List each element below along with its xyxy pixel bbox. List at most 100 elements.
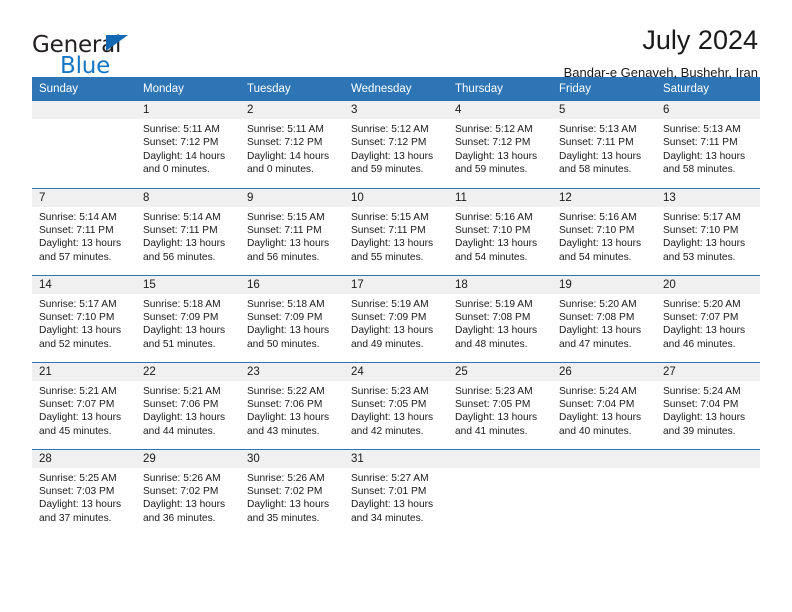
day-number: 12 <box>552 188 656 207</box>
sunrise-text: Sunrise: 5:11 AM <box>247 124 324 135</box>
sunset-text: Sunset: 7:11 PM <box>351 224 426 236</box>
calendar-day-cell[interactable]: 9 Sunrise: 5:15 AM Sunset: 7:11 PM Daylight… <box>240 187 344 275</box>
calendar-day-cell[interactable]: 13 Sunrise: 5:17 AM Sunset: 7:10 PM Dayligh… <box>656 187 760 275</box>
calendar-day-cell[interactable]: 27 Sunrise: 5:24 AM Sunset: 7:04 PM Dayligh… <box>656 361 760 449</box>
day-number: 26 <box>552 362 656 381</box>
sunrise-text: Sunrise: 5:13 AM <box>663 124 741 135</box>
daylight-text: Daylight: 13 hours and 58 minutes. <box>663 150 746 176</box>
day-sun-info: Sunrise: 5:11 AM Sunset: 7:12 PM Daylight:… <box>240 119 344 177</box>
day-number: 22 <box>136 362 240 381</box>
day-number: 30 <box>240 449 344 468</box>
day-number: 24 <box>344 362 448 381</box>
calendar-day-cell[interactable]: 29 Sunrise: 5:26 AM Sunset: 7:02 PM Dayligh… <box>136 448 240 536</box>
calendar-day-cell[interactable]: 2 Sunrise: 5:11 AM Sunset: 7:12 PM Daylight… <box>240 101 344 188</box>
sunset-text: Sunset: 7:02 PM <box>247 485 323 497</box>
calendar-body: 1 Sunrise: 5:11 AM Sunset: 7:12 PM Daylight… <box>32 101 760 536</box>
calendar-day-cell[interactable]: 30 Sunrise: 5:26 AM Sunset: 7:02 PM Dayligh… <box>240 448 344 536</box>
calendar-day-cell[interactable]: 26 Sunrise: 5:24 AM Sunset: 7:04 PM Dayligh… <box>552 361 656 449</box>
day-number: 8 <box>136 188 240 207</box>
day-number: 13 <box>656 188 760 207</box>
location-subtitle: Bandar-e Genaveh, Bushehr, Iran <box>563 65 758 81</box>
calendar-day-cell[interactable]: 21 Sunrise: 5:21 AM Sunset: 7:07 PM Dayligh… <box>32 361 136 449</box>
daylight-text: Daylight: 13 hours and 39 minutes. <box>663 412 746 437</box>
sunrise-text: Sunrise: 5:22 AM <box>247 385 325 397</box>
day-sun-info: Sunrise: 5:14 AM Sunset: 7:11 PM Daylight:… <box>32 207 136 265</box>
calendar-day-cell[interactable]: 20 Sunrise: 5:20 AM Sunset: 7:07 PM Dayligh… <box>656 274 760 362</box>
day-sun-info: Sunrise: 5:25 AM Sunset: 7:03 PM Daylight:… <box>32 468 136 526</box>
sunrise-text: Sunrise: 5:14 AM <box>39 211 117 223</box>
day-number: 31 <box>344 449 448 468</box>
sunset-text: Sunset: 7:12 PM <box>455 137 531 149</box>
day-number <box>32 101 136 119</box>
sunset-text: Sunset: 7:10 PM <box>559 224 635 236</box>
calendar-day-cell[interactable]: 4 Sunrise: 5:12 AM Sunset: 7:12 PM Daylight… <box>448 101 552 188</box>
day-number: 2 <box>240 101 344 119</box>
day-number: 5 <box>552 101 656 119</box>
calendar-day-cell[interactable]: 6 Sunrise: 5:13 AM Sunset: 7:11 PM Daylight… <box>656 101 760 188</box>
calendar-day-cell[interactable]: 28 Sunrise: 5:25 AM Sunset: 7:03 PM Dayligh… <box>32 448 136 536</box>
calendar-day-cell[interactable]: 7 Sunrise: 5:14 AM Sunset: 7:11 PM Daylight… <box>32 187 136 275</box>
calendar-day-cell[interactable]: 10 Sunrise: 5:15 AM Sunset: 7:11 PM Dayligh… <box>344 187 448 275</box>
sunset-text: Sunset: 7:11 PM <box>39 224 114 236</box>
calendar-day-cell[interactable]: 18 Sunrise: 5:19 AM Sunset: 7:08 PM Dayligh… <box>448 274 552 362</box>
calendar-day-cell[interactable]: 5 Sunrise: 5:13 AM Sunset: 7:11 PM Daylight… <box>552 101 656 188</box>
sunrise-text: Sunrise: 5:17 AM <box>39 298 117 310</box>
day-sun-info: Sunrise: 5:21 AM Sunset: 7:06 PM Daylight:… <box>136 381 240 439</box>
daylight-text: Daylight: 13 hours and 46 minutes. <box>663 325 746 350</box>
sunset-text: Sunset: 7:07 PM <box>663 311 739 323</box>
daylight-text: Daylight: 13 hours and 36 minutes. <box>143 499 226 524</box>
calendar-day-cell[interactable]: 25 Sunrise: 5:23 AM Sunset: 7:05 PM Dayligh… <box>448 361 552 449</box>
daylight-text: Daylight: 13 hours and 56 minutes. <box>143 238 226 263</box>
daylight-text: Daylight: 13 hours and 47 minutes. <box>559 325 642 350</box>
calendar-week-row: 28 Sunrise: 5:25 AM Sunset: 7:03 PM Dayligh… <box>32 448 760 536</box>
calendar-day-cell[interactable]: 12 Sunrise: 5:16 AM Sunset: 7:10 PM Dayligh… <box>552 187 656 275</box>
calendar-day-cell[interactable]: 11 Sunrise: 5:16 AM Sunset: 7:10 PM Dayligh… <box>448 187 552 275</box>
weekday-header-saturday: Saturday <box>656 77 760 101</box>
day-sun-info: Sunrise: 5:16 AM Sunset: 7:10 PM Daylight:… <box>552 207 656 265</box>
sunset-text: Sunset: 7:02 PM <box>143 485 219 497</box>
day-sun-info: Sunrise: 5:18 AM Sunset: 7:09 PM Daylight:… <box>136 294 240 352</box>
calendar-day-cell[interactable]: 31 Sunrise: 5:27 AM Sunset: 7:01 PM Dayligh… <box>344 448 448 536</box>
day-sun-info: Sunrise: 5:26 AM Sunset: 7:02 PM Daylight:… <box>240 468 344 526</box>
weekday-header-friday: Friday <box>552 77 656 101</box>
sunset-text: Sunset: 7:10 PM <box>39 311 115 323</box>
daylight-text: Daylight: 14 hours and 0 minutes. <box>143 150 226 176</box>
day-sun-info: Sunrise: 5:14 AM Sunset: 7:11 PM Daylight:… <box>136 207 240 265</box>
day-sun-info: Sunrise: 5:16 AM Sunset: 7:10 PM Daylight:… <box>448 207 552 265</box>
calendar-day-cell[interactable]: 19 Sunrise: 5:20 AM Sunset: 7:08 PM Dayligh… <box>552 274 656 362</box>
calendar-day-cell[interactable]: 15 Sunrise: 5:18 AM Sunset: 7:09 PM Dayligh… <box>136 274 240 362</box>
day-sun-info: Sunrise: 5:24 AM Sunset: 7:04 PM Daylight:… <box>656 381 760 439</box>
day-sun-info: Sunrise: 5:20 AM Sunset: 7:07 PM Daylight:… <box>656 294 760 352</box>
sunset-text: Sunset: 7:12 PM <box>247 137 323 149</box>
day-sun-info: Sunrise: 5:11 AM Sunset: 7:12 PM Daylight:… <box>136 119 240 177</box>
day-number <box>448 449 552 468</box>
sunset-text: Sunset: 7:12 PM <box>143 137 219 149</box>
calendar-day-cell[interactable]: 22 Sunrise: 5:21 AM Sunset: 7:06 PM Dayligh… <box>136 361 240 449</box>
sunrise-text: Sunrise: 5:20 AM <box>559 298 637 310</box>
calendar-day-cell[interactable]: 3 Sunrise: 5:12 AM Sunset: 7:12 PM Daylight… <box>344 101 448 188</box>
sunrise-text: Sunrise: 5:23 AM <box>351 385 429 397</box>
daylight-text: Daylight: 13 hours and 59 minutes. <box>455 150 538 176</box>
daylight-text: Daylight: 13 hours and 59 minutes. <box>351 150 434 176</box>
sunset-text: Sunset: 7:01 PM <box>351 485 427 497</box>
page-title: July 2024 <box>642 25 758 55</box>
day-number: 6 <box>656 101 760 119</box>
day-sun-info: Sunrise: 5:12 AM Sunset: 7:12 PM Daylight:… <box>448 119 552 177</box>
sunset-text: Sunset: 7:03 PM <box>39 485 115 497</box>
day-number: 23 <box>240 362 344 381</box>
calendar-day-cell[interactable]: 1 Sunrise: 5:11 AM Sunset: 7:12 PM Daylight… <box>136 101 240 188</box>
daylight-text: Daylight: 13 hours and 35 minutes. <box>247 499 330 524</box>
day-sun-info: Sunrise: 5:17 AM Sunset: 7:10 PM Daylight:… <box>656 207 760 265</box>
calendar-day-cell[interactable]: 23 Sunrise: 5:22 AM Sunset: 7:06 PM Dayligh… <box>240 361 344 449</box>
calendar-day-cell[interactable]: 17 Sunrise: 5:19 AM Sunset: 7:09 PM Dayligh… <box>344 274 448 362</box>
calendar-day-cell[interactable]: 8 Sunrise: 5:14 AM Sunset: 7:11 PM Daylight… <box>136 187 240 275</box>
sunset-text: Sunset: 7:11 PM <box>247 224 322 236</box>
calendar-day-cell[interactable]: 14 Sunrise: 5:17 AM Sunset: 7:10 PM Dayligh… <box>32 274 136 362</box>
day-sun-info: Sunrise: 5:26 AM Sunset: 7:02 PM Daylight:… <box>136 468 240 526</box>
sunset-text: Sunset: 7:09 PM <box>351 311 427 323</box>
brand-logo[interactable]: General Blue <box>32 26 232 82</box>
daylight-text: Daylight: 13 hours and 48 minutes. <box>455 325 538 350</box>
calendar-day-cell[interactable]: 16 Sunrise: 5:18 AM Sunset: 7:09 PM Dayligh… <box>240 274 344 362</box>
daylight-text: Daylight: 13 hours and 34 minutes. <box>351 499 434 524</box>
calendar-day-cell[interactable]: 24 Sunrise: 5:23 AM Sunset: 7:05 PM Dayligh… <box>344 361 448 449</box>
